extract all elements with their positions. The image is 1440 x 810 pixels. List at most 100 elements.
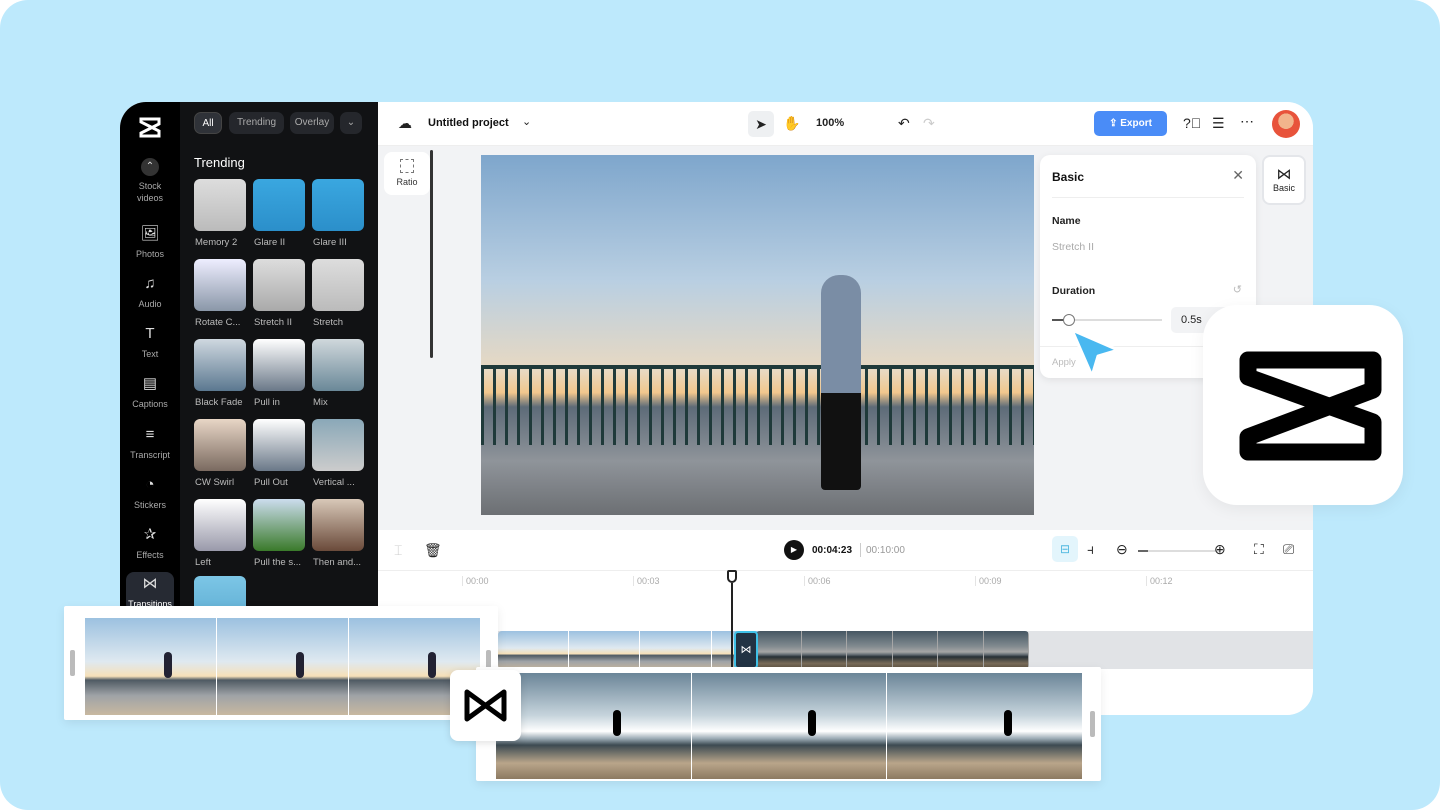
clip-frames: [496, 673, 1083, 779]
layers-icon[interactable]: ☰: [1212, 115, 1225, 132]
sidebar-item-text[interactable]: T Text: [126, 325, 174, 360]
playhead-handle[interactable]: [727, 570, 737, 583]
chevron-down-icon: ⌄: [346, 117, 356, 128]
transition-marker[interactable]: ⋈: [734, 631, 758, 669]
transition-label: Glare III: [313, 237, 347, 248]
transition-label: Rotate C...: [195, 317, 241, 328]
transition-label: Pull in: [254, 397, 280, 408]
transition-thumbnail[interactable]: [312, 499, 364, 551]
zoom-slider[interactable]: [1138, 550, 1220, 552]
undo-icon[interactable]: ↶: [898, 115, 910, 132]
transition-thumbnail[interactable]: [312, 179, 364, 231]
capcut-logo-icon: [139, 117, 161, 138]
transition-label: Black Fade: [195, 397, 243, 408]
ruler-label: 00:06: [804, 576, 831, 586]
filter-more-dropdown[interactable]: ⌄: [340, 112, 362, 134]
fullscreen-icon[interactable]: ⛶: [1254, 541, 1264, 558]
transition-thumbnail[interactable]: [194, 179, 246, 231]
total-time: 00:10:00: [866, 545, 905, 556]
sticker-icon: ◔: [145, 476, 155, 493]
sidebar-item-stock-videos[interactable]: ⌃ Stock videos: [126, 158, 174, 204]
duration-slider[interactable]: [1052, 314, 1162, 326]
ruler-label: 00:12: [1146, 576, 1173, 586]
transition-thumbnail[interactable]: [253, 499, 305, 551]
hand-tool-icon[interactable]: ✋: [783, 115, 800, 132]
sidebar-item-transcript[interactable]: ≡ Transcript: [126, 426, 174, 461]
divider: [1052, 197, 1244, 198]
close-icon[interactable]: ✕: [1232, 167, 1244, 184]
zoom-out-icon[interactable]: ⊖: [1116, 541, 1128, 558]
magnet-snap-icon[interactable]: ⊟: [1052, 536, 1078, 562]
sidebar-item-audio[interactable]: ♫ Audio: [126, 275, 174, 310]
transition-thumbnail[interactable]: [194, 339, 246, 391]
image-icon: 🖼︎: [140, 225, 160, 242]
ratio-button[interactable]: Ratio: [384, 152, 430, 195]
video-clip[interactable]: [756, 631, 1029, 669]
transition-icon: ⋈: [142, 575, 158, 592]
reset-icon[interactable]: ↺: [1233, 283, 1242, 296]
transition-label: Stretch: [313, 317, 344, 328]
transition-label: Mix: [313, 397, 328, 408]
transcript-icon: ≡: [145, 426, 155, 443]
video-preview[interactable]: [481, 155, 1034, 515]
transition-thumbnail[interactable]: [312, 339, 364, 391]
capcut-logo-tile: [1203, 305, 1403, 505]
transition-thumbnail[interactable]: [253, 339, 305, 391]
select-tool-icon[interactable]: ➤: [748, 111, 774, 137]
split-icon[interactable]: ⌶: [394, 542, 402, 559]
project-title[interactable]: Untitled project: [428, 117, 509, 129]
transition-label: Memory 2: [195, 237, 238, 248]
panel-scrollbar[interactable]: [430, 150, 433, 358]
avatar[interactable]: [1272, 110, 1300, 138]
export-button[interactable]: ⇪ Export: [1094, 111, 1167, 136]
transition-label: Glare II: [254, 237, 286, 248]
transition-thumbnail[interactable]: [253, 419, 305, 471]
chevron-down-icon[interactable]: ⌄: [522, 115, 531, 128]
transition-label: Pull Out: [254, 477, 288, 488]
panel-title: Basic: [1052, 170, 1085, 184]
more-icon[interactable]: ⋯: [1240, 113, 1254, 130]
text-icon: T: [145, 325, 155, 342]
divider: [860, 543, 861, 557]
transition-label: CW Swirl: [195, 477, 235, 488]
runner-figure: [821, 275, 861, 490]
transition-thumbnail[interactable]: [312, 259, 364, 311]
transition-thumbnail[interactable]: [253, 259, 305, 311]
chevron-up-icon: ⌃: [141, 158, 159, 176]
sidebar-item-captions[interactable]: ▤ Captions: [126, 376, 174, 410]
preview-icon[interactable]: ⎚: [1283, 541, 1294, 558]
redo-icon[interactable]: ↷: [923, 115, 935, 132]
duration-label: Duration: [1052, 285, 1096, 297]
help-icon[interactable]: ?⃝: [1183, 115, 1201, 131]
sidebar-item-stickers[interactable]: ◔ Stickers: [126, 476, 174, 511]
effects-icon: ✰: [143, 526, 157, 543]
zoom-level[interactable]: 100%: [816, 117, 844, 129]
transition-thumbnail[interactable]: [194, 259, 246, 311]
trim-handle[interactable]: [1090, 711, 1095, 737]
right-tab-basic[interactable]: ⋈ Basic: [1262, 155, 1306, 205]
filter-overlay[interactable]: Overlay: [290, 112, 334, 134]
transition-label: Stretch II: [254, 317, 293, 328]
playhead[interactable]: [731, 583, 733, 673]
zoom-in-icon[interactable]: ⊕: [1214, 541, 1226, 558]
filter-all[interactable]: All: [194, 112, 222, 134]
trim-handle[interactable]: [70, 650, 75, 676]
music-icon: ♫: [144, 275, 156, 292]
transition-thumbnail[interactable]: [312, 419, 364, 471]
transition-icon: [464, 689, 507, 722]
play-button[interactable]: ▶: [784, 540, 804, 560]
ruler-label: 00:09: [975, 576, 1002, 586]
transition-label: Then and...: [313, 557, 362, 568]
sidebar-item-photos[interactable]: 🖼︎ Photos: [126, 225, 174, 260]
transition-thumbnail[interactable]: [253, 179, 305, 231]
transition-label: Vertical ...: [313, 477, 355, 488]
cloud-upload-icon[interactable]: ☁: [398, 115, 412, 132]
split-clip-icon[interactable]: ⫞: [1087, 541, 1094, 558]
slider-handle[interactable]: [1062, 314, 1075, 326]
transition-thumbnail[interactable]: [194, 419, 246, 471]
ruler-label: 00:00: [462, 576, 489, 586]
delete-icon[interactable]: 🗑︎: [424, 542, 442, 559]
transition-thumbnail[interactable]: [194, 499, 246, 551]
sidebar-item-effects[interactable]: ✰ Effects: [126, 526, 174, 561]
filter-trending[interactable]: Trending: [229, 112, 284, 134]
